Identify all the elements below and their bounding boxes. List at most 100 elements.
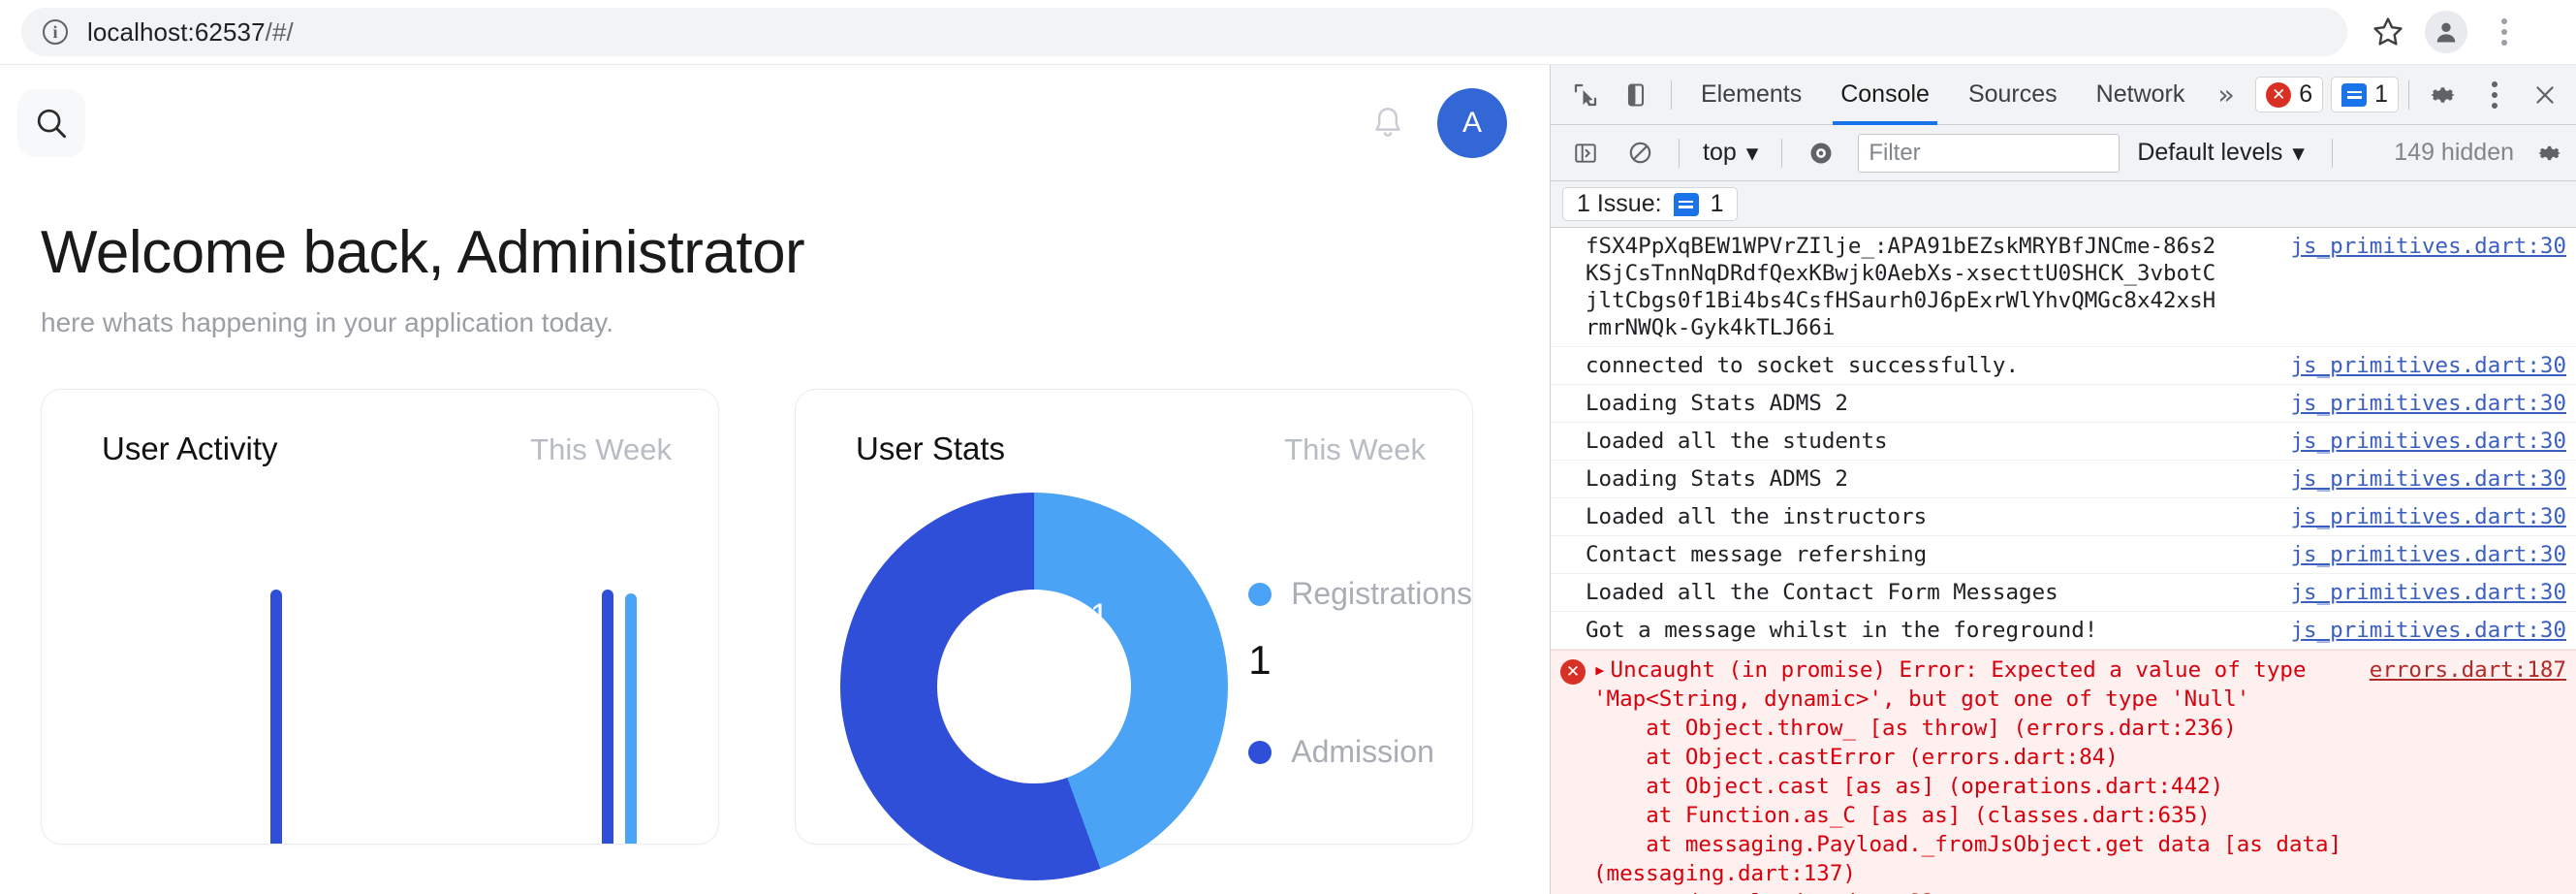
log-message: Loaded all the Contact Form Messages <box>1586 580 2058 605</box>
search-button[interactable] <box>17 89 85 157</box>
gear-icon <box>2431 86 2455 103</box>
star-icon <box>2373 17 2403 46</box>
log-source-link[interactable]: js_primitives.dart:30 <box>2278 352 2566 379</box>
error-body: ▸ Uncaught (in promise) Error: Expected a… <box>1593 655 2566 894</box>
log-source-link[interactable]: js_primitives.dart:30 <box>2278 233 2566 260</box>
devtools-tabbar: Elements Console Sources Network » ✕ 6 1 <box>1551 65 2576 125</box>
log-source-link[interactable]: js_primitives.dart:30 <box>2278 541 2566 568</box>
console-log-row[interactable]: Loaded all the instructors js_primitives… <box>1551 498 2576 536</box>
avatar-initial: A <box>1461 107 1482 139</box>
tab-elements[interactable]: Elements <box>1681 65 1821 125</box>
devtools-menu-button[interactable] <box>2469 70 2520 120</box>
close-icon <box>2536 85 2554 104</box>
message-icon <box>2341 82 2368 107</box>
profile-button[interactable] <box>2419 5 2473 59</box>
chart-bar <box>625 593 637 845</box>
error-headline-row: ▸ Uncaught (in promise) Error: Expected a… <box>1593 655 2566 685</box>
console-log-row[interactable]: Loading Stats ADMS 2 js_primitives.dart:… <box>1551 461 2576 498</box>
hidden-messages-count: 149 hidden <box>2394 139 2514 166</box>
log-source-link[interactable]: js_primitives.dart:30 <box>2278 465 2566 493</box>
live-expression-eye-icon <box>1810 143 1832 163</box>
search-icon <box>37 109 66 139</box>
console-error-row[interactable]: ✕ ▸ Uncaught (in promise) Error: Expected… <box>1551 650 2576 894</box>
console-sidebar-icon <box>1575 143 1596 163</box>
notification-bell-icon <box>1375 108 1400 137</box>
devtools-panel: Elements Console Sources Network » ✕ 6 1 <box>1550 65 2576 894</box>
address-bar[interactable]: i localhost:62537/#/ <box>21 8 2347 56</box>
tab-console[interactable]: Console <box>1821 65 1949 125</box>
device-toolbar-icon <box>1627 82 1645 107</box>
page-title: Welcome back, Administrator <box>41 219 805 286</box>
device-toolbar-button[interactable] <box>1611 70 1661 120</box>
error-source-link[interactable]: errors.dart:187 <box>2358 655 2566 685</box>
issues-chip[interactable]: 1 Issue: 1 <box>1562 187 1739 221</box>
console-log-row[interactable]: Contact message refershing js_primitives… <box>1551 536 2576 574</box>
error-count-badge[interactable]: ✕ 6 <box>2255 77 2324 112</box>
log-level-selector[interactable]: Default levels ▾ <box>2123 139 2318 168</box>
log-source-link[interactable]: js_primitives.dart:30 <box>2278 428 2566 455</box>
page-subtitle: here whats happening in your application… <box>41 307 613 338</box>
legend-item: Admission <box>1248 734 1472 770</box>
log-message: Got a message whilst in the foreground! <box>1586 618 2098 643</box>
app-header: A <box>0 65 1550 181</box>
log-source-link[interactable]: js_primitives.dart:30 <box>2278 617 2566 644</box>
clear-console-button[interactable] <box>1615 128 1665 178</box>
user-activity-card: User Activity This Week <box>41 389 719 846</box>
message-count: 1 <box>2374 80 2389 108</box>
execution-context-selector[interactable]: top ▾ <box>1693 139 1768 168</box>
legend-label: Registrations <box>1291 576 1472 612</box>
dashboard-cards: User Activity This Week User Stats This … <box>0 338 1550 881</box>
tab-sources[interactable]: Sources <box>1949 65 2077 125</box>
tab-network[interactable]: Network <box>2077 65 2205 125</box>
more-tabs-button[interactable]: » <box>2204 79 2247 111</box>
log-message: Loaded all the students <box>1586 429 1888 454</box>
console-settings-button[interactable] <box>2526 128 2576 178</box>
console-log-row[interactable]: Loaded all the Contact Form Messages js_… <box>1551 574 2576 612</box>
toolbar-divider <box>2408 80 2410 110</box>
log-message: Loading Stats ADMS 2 <box>1586 391 1848 416</box>
legend-dot-icon <box>1248 582 1272 606</box>
log-source-link[interactable]: js_primitives.dart:30 <box>2278 503 2566 530</box>
user-activity-title: User Activity <box>102 431 278 467</box>
log-source-link[interactable]: js_primitives.dart:30 <box>2278 579 2566 606</box>
console-log-row[interactable]: Loaded all the students js_primitives.da… <box>1551 423 2576 461</box>
error-headline: ▸ Uncaught (in promise) Error: Expected a… <box>1593 655 2307 685</box>
browser-menu-button[interactable] <box>2477 5 2531 59</box>
profile-avatar-icon <box>2425 11 2467 53</box>
user-stats-legend: Registrations 1 Admission <box>1227 493 1472 783</box>
console-toolbar: top ▾ Default levels ▾ 149 hidden <box>1551 125 2576 181</box>
toolbar-divider <box>1781 138 1783 168</box>
console-sidebar-button[interactable] <box>1560 128 1611 178</box>
log-message: fSX4PpXqBEW1WPVrZIlje_:APA91bEZskMRYBfJN… <box>1586 234 2216 340</box>
notifications-button[interactable] <box>1354 89 1422 157</box>
inspect-element-button[interactable] <box>1560 70 1611 120</box>
log-message: Contact message refershing <box>1586 542 1928 567</box>
error-icon: ✕ <box>1560 659 1586 685</box>
user-avatar[interactable]: A <box>1437 88 1507 158</box>
toolbar-divider <box>2331 138 2333 168</box>
log-source-link[interactable]: js_primitives.dart:30 <box>2278 390 2566 417</box>
user-activity-period: This Week <box>530 432 672 467</box>
error-icon: ✕ <box>2266 81 2292 108</box>
toolbar-divider <box>1671 80 1672 110</box>
log-message: Loaded all the instructors <box>1586 504 1928 529</box>
chart-bar <box>270 590 282 845</box>
message-count-badge[interactable]: 1 <box>2331 77 2400 112</box>
issues-label: 1 Issue: <box>1577 190 1662 217</box>
bookmark-button[interactable] <box>2361 5 2415 59</box>
live-expression-button[interactable] <box>1796 128 1846 178</box>
info-circle-icon[interactable]: i <box>43 19 68 45</box>
legend-label: Admission <box>1291 734 1434 770</box>
console-log-row[interactable]: fSX4PpXqBEW1WPVrZIlje_:APA91bEZskMRYBfJN… <box>1551 228 2576 347</box>
devtools-close-button[interactable] <box>2520 70 2570 120</box>
console-log-row[interactable]: connected to socket successfully. js_pri… <box>1551 347 2576 385</box>
log-level-label: Default levels <box>2137 139 2283 166</box>
console-filter-input[interactable] <box>1858 133 2120 173</box>
console-message-list: fSX4PpXqBEW1WPVrZIlje_:APA91bEZskMRYBfJN… <box>1551 228 2576 894</box>
devtools-settings-button[interactable] <box>2419 70 2469 120</box>
console-log-row[interactable]: Loading Stats ADMS 2 js_primitives.dart:… <box>1551 385 2576 423</box>
console-log-row[interactable]: Got a message whilst in the foreground! … <box>1551 612 2576 650</box>
legend-dot-icon <box>1248 740 1272 764</box>
error-headline-text: Uncaught (in promise) Error: Expected a … <box>1610 657 2307 683</box>
expand-arrow-icon[interactable]: ▸ <box>1593 657 1607 683</box>
